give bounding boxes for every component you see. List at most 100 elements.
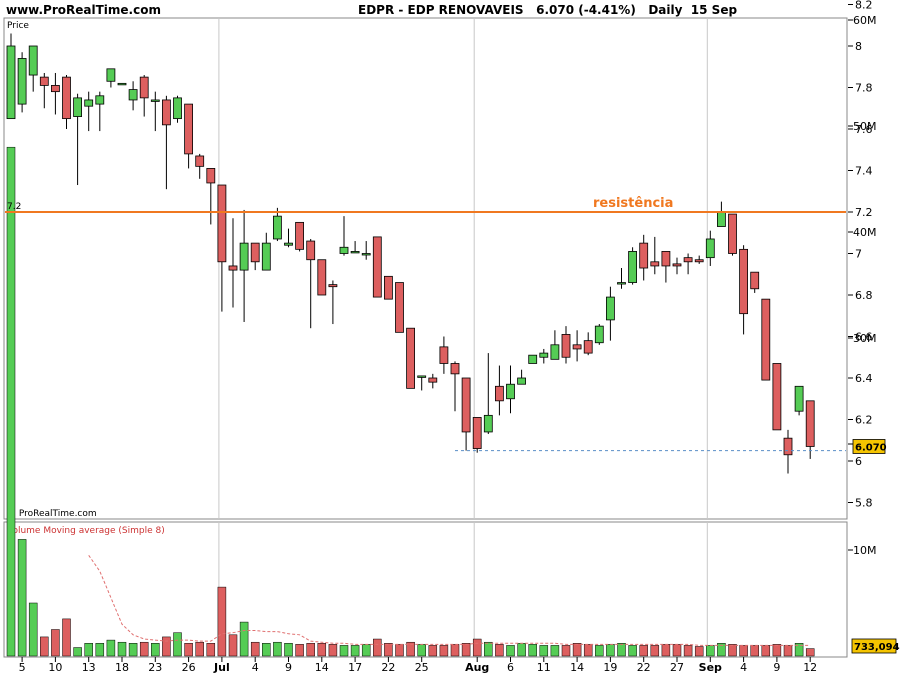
- candle-body-down: [694, 259, 704, 263]
- volume-bar: [694, 646, 704, 657]
- price-y-tick-label: 7: [855, 248, 862, 261]
- candle-body-down: [672, 263, 682, 267]
- volume-bar: [273, 641, 282, 657]
- price-y-tick-label: 7.4: [855, 165, 873, 178]
- candle-body-up: [95, 95, 105, 105]
- candle: [728, 213, 737, 256]
- chart-title: EDPR - EDP RENOVAVEIS 6.070 (-4.41%) Dai…: [358, 3, 737, 17]
- volume-bar: [572, 643, 582, 657]
- candle-body-up: [350, 251, 360, 254]
- candle-body-up: [705, 238, 715, 259]
- x-tick-label: 18: [115, 661, 129, 674]
- x-tick-label: 13: [82, 661, 96, 674]
- candle-body-up: [606, 296, 615, 321]
- candle-body-down: [739, 248, 748, 315]
- volume-bar: [617, 643, 626, 657]
- candle: [528, 354, 538, 364]
- candle-body-up: [717, 211, 726, 227]
- last-price-label: 6.070: [855, 442, 887, 453]
- price-y-tick-label: 6.2: [855, 414, 873, 427]
- volume-bar: [417, 644, 426, 657]
- volume-bar: [17, 539, 27, 657]
- x-tick-label: 10: [48, 661, 62, 674]
- candle: [372, 236, 382, 298]
- candle: [395, 282, 404, 333]
- volume-bar: [217, 586, 227, 657]
- volume-bar: [606, 644, 615, 657]
- candle-body-up: [128, 89, 138, 101]
- volume-bar: [162, 636, 171, 657]
- volume-bar: [428, 645, 438, 657]
- volume-title: Volume Moving average (Simple 8): [7, 526, 165, 536]
- price-y-tick-label: 6.8: [855, 289, 873, 302]
- volume-bar: [528, 644, 537, 657]
- volume-bar: [561, 645, 571, 657]
- candle-body-up: [794, 385, 804, 412]
- candle-body-up: [150, 99, 160, 102]
- candle-body-down: [783, 437, 793, 456]
- candle: [173, 95, 182, 123]
- volume-bar: [506, 645, 515, 657]
- volume-y-tick-label: 10M: [853, 544, 877, 557]
- candle-body-down: [328, 284, 338, 288]
- chart-canvas: www.ProRealTime.com EDPR - EDP RENOVAVEI…: [3, 0, 900, 674]
- price-y-tick-label: 7.8: [855, 82, 873, 95]
- volume-bar: [739, 645, 748, 657]
- candle-body-down: [139, 76, 149, 99]
- volume-bar: [728, 644, 737, 657]
- volume-bar: [195, 641, 204, 657]
- volume-bar: [672, 644, 682, 657]
- resistance-axis-label: 7.2: [7, 202, 21, 212]
- candle: [472, 417, 482, 453]
- price-y-tick-label: 6.4: [855, 372, 873, 385]
- volume-bar: [661, 644, 671, 657]
- volume-bar: [439, 645, 449, 657]
- candle-body-down: [561, 334, 571, 358]
- volume-bar: [51, 629, 60, 657]
- candle-body-down: [428, 377, 438, 383]
- candle-body-up: [284, 242, 293, 246]
- candle-body-down: [461, 377, 471, 433]
- volume-y-axis: 10M20M30M40M50M60M: [848, 14, 877, 557]
- x-tick-label: 5: [19, 661, 26, 674]
- candle: [406, 327, 416, 389]
- candle-body-up: [272, 215, 282, 240]
- x-tick-label: Sep: [699, 661, 722, 674]
- volume-bar: [317, 643, 327, 657]
- volume-bar: [139, 641, 149, 657]
- volume-bar: [84, 643, 93, 657]
- candle-body-down: [195, 155, 205, 167]
- x-tick-label: 23: [148, 661, 162, 674]
- candle-body-down: [750, 271, 760, 290]
- volume-bar: [628, 645, 637, 657]
- x-tick-label: 19: [603, 661, 617, 674]
- candle-body-down: [161, 99, 171, 126]
- price-y-tick-label: 6: [855, 455, 862, 468]
- volume-bar: [295, 644, 304, 657]
- candle: [17, 52, 27, 113]
- candle-body-up: [528, 354, 538, 364]
- volume-bar: [517, 643, 526, 657]
- x-tick-label: 4: [740, 661, 747, 674]
- candle-body-up: [594, 325, 604, 344]
- volume-bar: [384, 643, 393, 657]
- candle-body-down: [439, 346, 449, 364]
- volume-bar: [6, 146, 16, 657]
- candle: [628, 247, 637, 285]
- volume-bar: [28, 602, 38, 657]
- candle-body-up: [483, 414, 493, 433]
- volume-y-tick-label: 50M: [853, 120, 877, 133]
- candle-body-up: [517, 377, 526, 385]
- x-tick-label: 4: [252, 661, 259, 674]
- candle-body-down: [805, 400, 815, 447]
- candle-body-up: [361, 253, 371, 256]
- volume-bar: [539, 645, 549, 657]
- x-tick-label: 27: [670, 661, 684, 674]
- volume-bar: [706, 645, 715, 657]
- candle-body-down: [62, 76, 71, 120]
- volume-bar: [395, 644, 404, 657]
- candle-body-down: [639, 242, 649, 269]
- copyright: © ProRealTime.com: [7, 509, 97, 519]
- candle-body-down: [395, 282, 404, 333]
- candle-body-up: [261, 242, 271, 271]
